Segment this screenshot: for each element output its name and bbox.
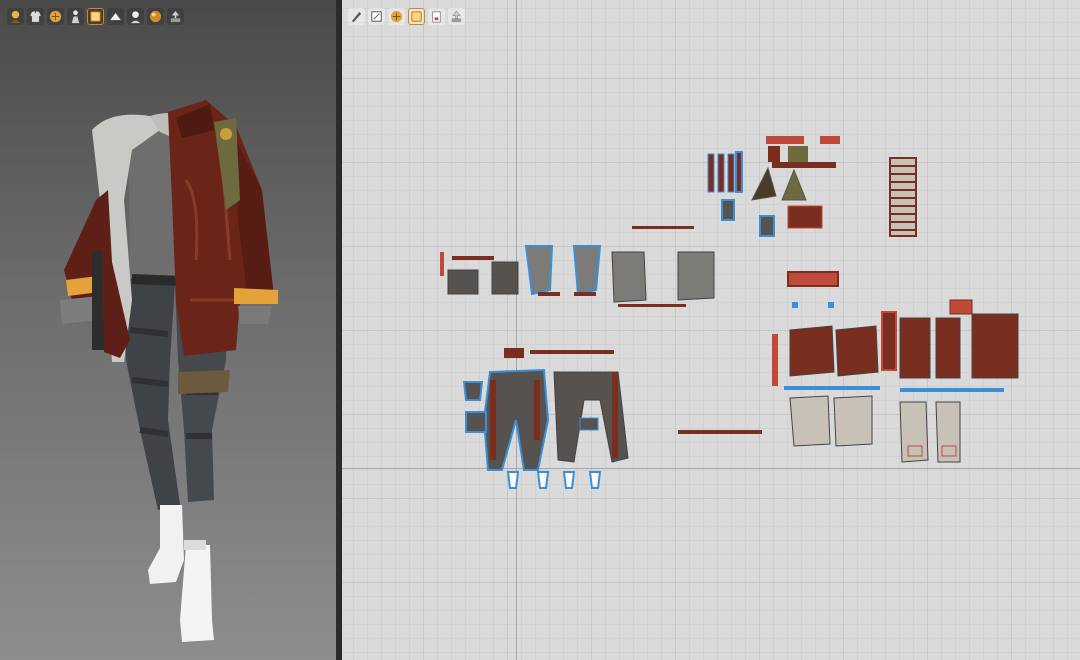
app-window	[0, 0, 1080, 660]
pattern-pieces-canvas[interactable]	[342, 0, 1080, 660]
viewport-2d-pattern[interactable]	[342, 0, 1080, 660]
inner-shirt	[128, 128, 176, 278]
pattern-group-jacket[interactable]	[772, 271, 1019, 463]
leg-holster	[178, 370, 230, 394]
pattern-strip-ladder[interactable]	[889, 157, 917, 237]
pattern-group-pants[interactable]	[462, 348, 629, 489]
pattern-group-shirt[interactable]	[440, 226, 715, 307]
avatar-outfit-render[interactable]	[0, 0, 336, 660]
right-cuff	[234, 288, 278, 304]
pattern-strip-belt[interactable]	[678, 430, 762, 434]
belt	[132, 274, 182, 286]
viewport-3d[interactable]	[0, 0, 336, 660]
pattern-group-accessories[interactable]	[707, 136, 840, 237]
shoes	[148, 505, 214, 642]
